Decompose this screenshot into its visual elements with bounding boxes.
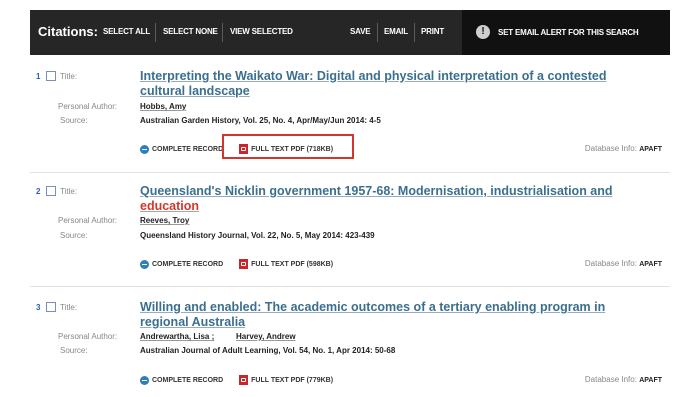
record-checkbox[interactable] [46,71,56,81]
email-alert-button[interactable]: ! SET EMAIL ALERT FOR THIS SEARCH [462,10,670,55]
select-all-button[interactable]: SELECT ALL [103,27,150,36]
source-label: Source: [60,231,88,240]
pdf-label: FULL TEXT PDF (598KB) [251,260,334,268]
database-info-label: Database Info: [584,375,637,384]
database-info: Database Info: APAFT [585,259,662,268]
email-button[interactable]: EMAIL [384,27,408,36]
record-links: COMPLETE RECORD FULL TEXT PDF (779KB) [140,375,347,387]
pdf-icon [239,375,249,385]
complete-record-label: COMPLETE RECORD [152,146,224,153]
pdf-icon [239,259,249,269]
database-info: Database Info: APAFT [585,375,662,384]
record-title-link[interactable]: Willing and enabled: The academic outcom… [140,300,650,330]
record-checkbox[interactable] [46,302,56,312]
database-info-value: APAFT [639,261,662,268]
toolbar-divider [222,23,223,42]
record-number: 3 [36,303,41,312]
record-icon [140,145,149,154]
database-info-value: APAFT [639,146,662,153]
database-info: Database Info: APAFT [585,144,662,153]
source-value: Queensland History Journal, Vol. 22, No.… [140,231,375,240]
record-number: 2 [36,187,41,196]
source-label: Source: [60,346,88,355]
full-text-pdf-link[interactable]: FULL TEXT PDF (598KB) [239,259,333,269]
author-link[interactable]: Hobbs, Amy [140,102,186,111]
toolbar-divider [377,23,378,42]
author-link[interactable]: Harvey, Andrew [236,332,296,341]
title-label: Title: [60,187,78,196]
full-text-pdf-link[interactable]: FULL TEXT PDF (779KB) [239,375,333,385]
record-number: 1 [36,72,41,81]
author-link[interactable]: Reeves, Troy [140,216,189,225]
database-info-label: Database Info: [584,144,637,153]
print-button[interactable]: PRINT [421,27,444,36]
record-links: COMPLETE RECORD FULL TEXT PDF (598KB) [140,259,347,271]
citations-label: Citations: [38,24,98,39]
record-checkbox[interactable] [46,186,56,196]
view-selected-button[interactable]: VIEW SELECTED [230,27,293,36]
record-title-link[interactable]: Queensland's Nicklin government 1957-68:… [140,184,650,214]
source-value: Australian Journal of Adult Learning, Vo… [140,346,396,355]
complete-record-label: COMPLETE RECORD [152,377,224,384]
save-button[interactable]: SAVE [350,27,371,36]
complete-record-link[interactable]: COMPLETE RECORD [140,260,223,269]
source-value: Australian Garden History, Vol. 25, No. … [140,116,381,125]
citations-toolbar: Citations: SELECT ALL SELECT NONE VIEW S… [30,10,670,55]
title-label: Title: [60,72,78,81]
complete-record-link[interactable]: COMPLETE RECORD [140,376,223,385]
complete-record-label: COMPLETE RECORD [152,261,224,268]
author-label: Personal Author: [58,332,118,341]
record-divider [30,286,670,287]
email-alert-label: SET EMAIL ALERT FOR THIS SEARCH [498,28,639,37]
database-info-label: Database Info: [584,259,637,268]
record-title-link[interactable]: Interpreting the Waikato War: Digital an… [140,69,650,99]
record-icon [140,376,149,385]
author-label: Personal Author: [58,216,118,225]
author-link[interactable]: Andrewartha, Lisa ; [140,332,214,341]
record-divider [30,172,670,173]
record-icon [140,260,149,269]
pdf-label: FULL TEXT PDF (779KB) [251,376,334,384]
select-none-button[interactable]: SELECT NONE [163,27,218,36]
author-label: Personal Author: [58,102,118,111]
toolbar-divider [414,23,415,42]
toolbar-divider [155,23,156,42]
record-title-highlight: education [140,199,200,213]
complete-record-link[interactable]: COMPLETE RECORD [140,145,223,154]
alert-icon: ! [476,25,490,39]
title-label: Title: [60,303,78,312]
highlight-annotation-box [222,134,354,159]
database-info-value: APAFT [639,377,662,384]
source-label: Source: [60,116,88,125]
record-title-text: Queensland's Nicklin government 1957-68:… [140,184,613,198]
